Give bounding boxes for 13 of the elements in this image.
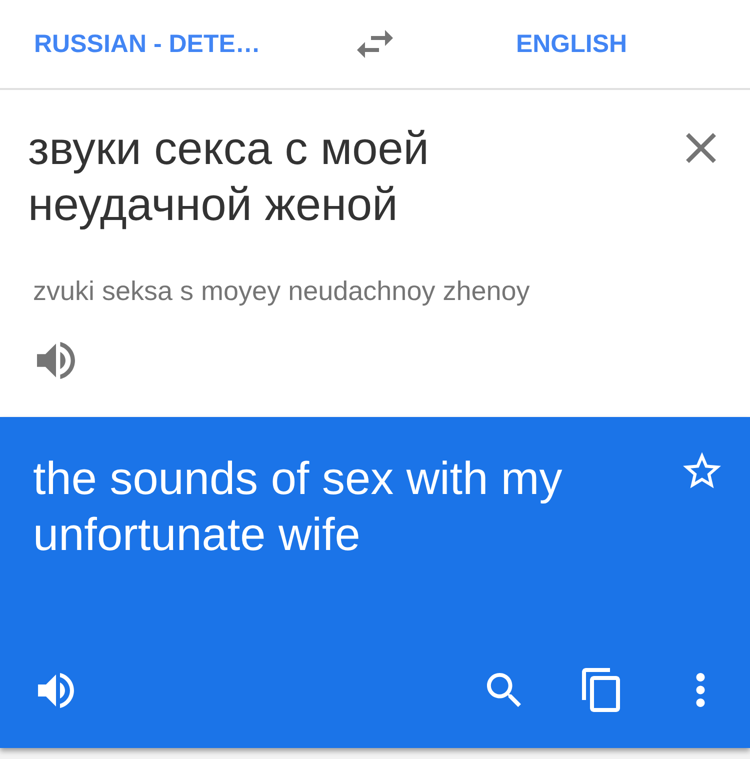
close-icon[interactable]: [686, 133, 716, 163]
speaker-icon[interactable]: [38, 672, 74, 708]
target-language-button[interactable]: ENGLISH: [516, 30, 628, 58]
more-icon[interactable]: [696, 673, 705, 707]
star-icon[interactable]: [683, 452, 721, 489]
search-icon[interactable]: [487, 673, 521, 707]
swap-icon[interactable]: [357, 30, 393, 58]
source-language-button[interactable]: RUSSIAN - DETE…: [34, 30, 260, 58]
speaker-icon[interactable]: [37, 342, 75, 379]
transliteration-text: zvuki seksa s moyey neudachnoy zhenoy: [33, 275, 530, 308]
source-text[interactable]: звуки секса с моей неудачной женой: [28, 120, 628, 232]
translation-text: the sounds of sex with my unfortunate wife: [33, 451, 564, 562]
copy-icon[interactable]: [582, 668, 620, 712]
